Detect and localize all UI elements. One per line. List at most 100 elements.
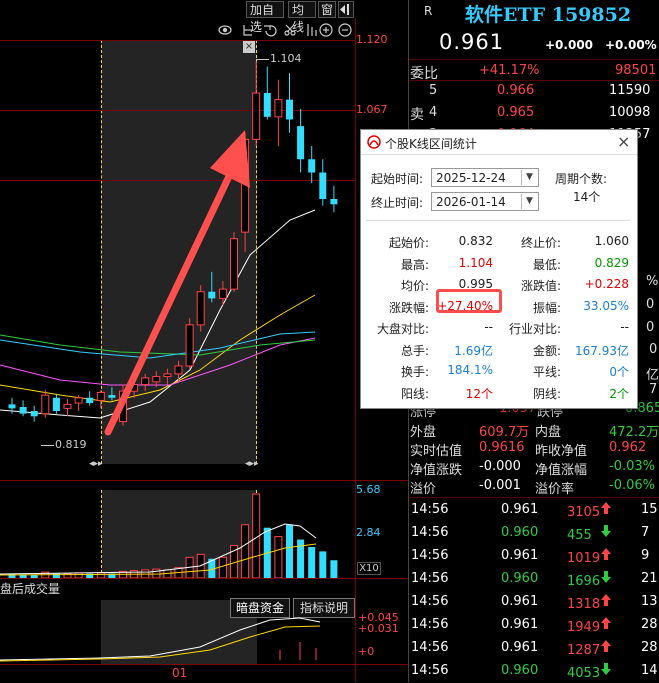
panel-divider (0, 664, 408, 665)
stat-value: 0个 (609, 365, 629, 379)
arrow-up-icon (601, 548, 611, 563)
arrow-down-icon (601, 571, 611, 586)
volume-bars (0, 493, 338, 578)
axis-border (355, 18, 356, 682)
stat-value: 1.060 (594, 234, 629, 248)
stat-value: 167.93亿 (575, 343, 629, 358)
volume-bar (96, 572, 105, 578)
stat-value: 1.104 (458, 255, 493, 270)
stat-label: 涨跌值: (520, 279, 561, 293)
volume-bar (274, 536, 283, 578)
start-date-select[interactable]: 2025-12-24 ▼ (431, 168, 539, 187)
partial-value: 0 (649, 342, 658, 357)
candle (286, 73, 293, 133)
candle (63, 399, 72, 417)
interval-stats-dialog[interactable]: 个股K线区间统计 × 起始时间: 2025-12-24 ▼ 终止时间: 2026-… (360, 129, 638, 409)
candle (330, 185, 338, 213)
panel-divider (0, 578, 408, 579)
tick-row: 14:56 0.960 1696 21 (411, 571, 658, 589)
chevron-down-icon[interactable]: ▼ (521, 194, 537, 209)
volume-bar (286, 524, 293, 578)
stat-value: +0.228 (584, 277, 629, 291)
stat-label: 最低: (532, 257, 561, 272)
range-handle-icon[interactable]: ◂▸▸ (245, 459, 259, 469)
stat-label: 均价: (400, 279, 429, 293)
candle (74, 395, 83, 411)
candle (319, 159, 327, 206)
sub-tick: +0 (358, 645, 375, 658)
stat-row: 溢价 -0.001 溢价率 -0.06% (410, 478, 655, 497)
tick-row: 14:56 0.961 1019 9 (411, 548, 650, 566)
window-button[interactable]: 窗 (318, 1, 336, 18)
partial-value: 0 (646, 320, 655, 335)
price-tick-high: 1.120 (356, 33, 388, 46)
high-annotation-line (256, 59, 269, 60)
tick-row: 14:56 0.961 1949 28 (411, 617, 658, 635)
dialog-titlebar[interactable]: 个股K线区间统计 × (361, 130, 637, 155)
range-handle-icon[interactable]: ◂▸▸ (89, 459, 103, 469)
arrow-up-icon (601, 594, 611, 609)
end-date-select[interactable]: 2026-01-14 ▼ (431, 192, 539, 211)
stat-label: 总手: (400, 343, 429, 358)
date-axis-label: 01 (172, 666, 188, 680)
stat-value: 33.05% (583, 298, 629, 313)
stat-label: 振幅: (532, 300, 561, 315)
stat-label: 终止价: (520, 236, 561, 250)
r-badge: R (424, 4, 433, 18)
dialog-close-icon[interactable]: × (617, 132, 630, 151)
sub-tick: +0.031 (358, 622, 399, 635)
tick-row: 14:56 0.961 1287 28 (411, 640, 658, 658)
volume-bar (30, 575, 38, 578)
divider (409, 497, 659, 498)
chevron-down-icon[interactable]: ▼ (521, 170, 537, 185)
expand-icon[interactable] (338, 1, 354, 18)
tick-row: 14:56 0.961 1318 13 (411, 594, 658, 612)
stat-value: 1.69亿 (454, 343, 493, 358)
trend-arrow-icon (104, 130, 250, 436)
partial-value: 0 (646, 297, 655, 312)
candle (308, 146, 316, 184)
volume-bar (319, 551, 327, 578)
stat-label: 阳线: (400, 386, 429, 401)
arrow-down-icon (601, 663, 611, 678)
tick-row: 14:56 0.960 4053 14 (411, 663, 658, 681)
panel-divider (0, 480, 408, 481)
add-watchlist-button[interactable]: 加自选 (246, 1, 284, 34)
stat-label: 平线: (532, 365, 561, 379)
volume-bar (74, 572, 83, 578)
candle (41, 389, 50, 418)
low-annotation-line (41, 445, 54, 446)
ask-row: 4 0.965 10098 (429, 105, 651, 120)
volume-bar (330, 560, 338, 578)
arrow-up-icon (601, 502, 611, 517)
stat-label: 大盘对比: (376, 322, 429, 336)
stat-value: -- (620, 320, 629, 334)
stat-label: 起始价: (388, 236, 429, 250)
stat-row: 净值涨跌 -0.000 净值涨幅 -0.03% (410, 459, 655, 478)
tick-row: 14:56 0.960 455 7 (411, 525, 650, 543)
end-time-label: 终止时间: (371, 196, 424, 210)
security-name: 软件ETF 159852 (465, 4, 632, 26)
candle (30, 405, 38, 422)
stat-label: 行业对比: (508, 322, 561, 336)
period-label: 周期个数: (555, 172, 608, 186)
stat-row: 外盘 609.7万 内盘 472.2万 (410, 425, 659, 440)
stat-value: -- (484, 320, 493, 334)
arrow-down-icon (601, 525, 611, 540)
volume-tick-max: 5.68 (356, 483, 381, 496)
tick-row: 14:56 0.961 3105 15 (411, 502, 658, 520)
partial-value: 7 (649, 382, 658, 397)
subchart-title: 盘后成交量 (0, 582, 61, 596)
period-value: 14个 (573, 190, 601, 204)
start-time-label: 起始时间: (371, 172, 424, 186)
volume-bar (308, 546, 316, 578)
last-price: 0.961 (439, 30, 505, 54)
chart-tool-icons (218, 22, 358, 38)
candle (19, 400, 27, 417)
stat-value: 184.1% (447, 363, 493, 377)
stat-label: 阴线: (532, 386, 561, 401)
ma-line-button[interactable]: 均线 (288, 1, 316, 34)
stat-label: 换手: (400, 365, 429, 379)
kline-chart-area[interactable]: 加自选 均线 窗 × 1.120 1.067 1.104 0.819 ◂▸▸ ◂… (0, 0, 408, 682)
dialog-title: 个股K线区间统计 (385, 137, 477, 151)
